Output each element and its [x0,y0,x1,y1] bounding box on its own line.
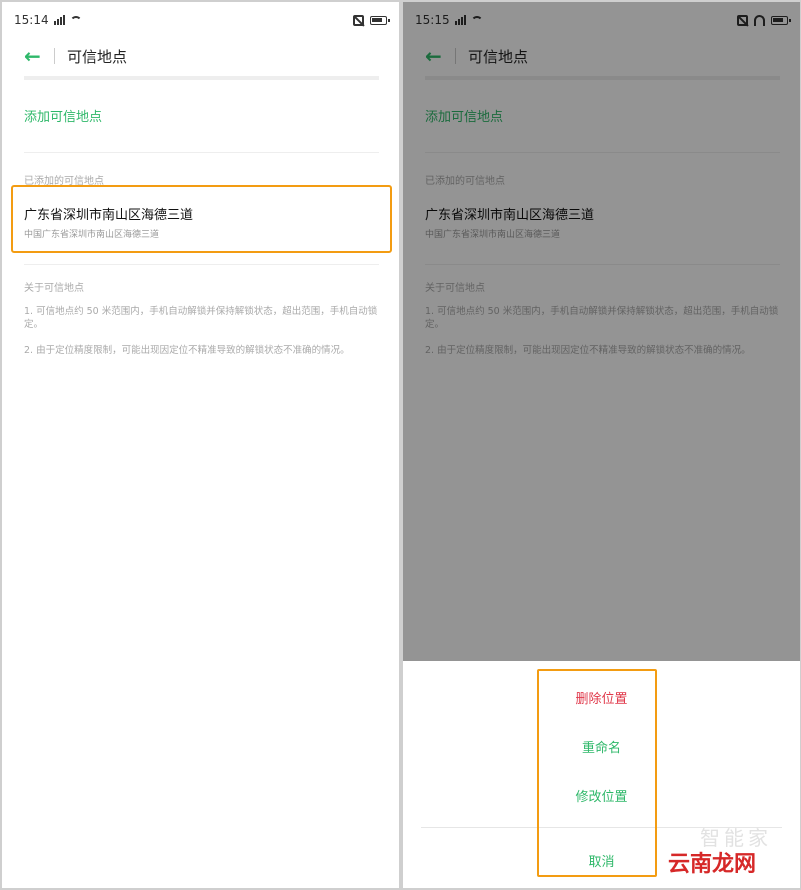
silent-icon [353,14,364,26]
add-trusted-place-button[interactable]: 添加可信地点 [24,106,102,125]
divider [24,152,379,153]
watermark-logo: 云南龙网 [668,852,757,877]
about-point-2: 2. 由于定位精度限制，可能出现因定位不精准导致的解锁状态不准确的情况。 [24,345,350,356]
header-bar: ← 可信地点 [24,42,377,70]
status-bar: 15:14 [14,10,390,30]
header-divider [54,48,55,64]
about-point-1: 1. 可信地点约 50 米范围内，手机自动解锁并保持解锁状态，超出范围，手机自动… [24,306,378,330]
back-arrow-icon[interactable]: ← [24,44,44,68]
about-title: 关于可信地点 [24,283,84,294]
left-screen: 15:14 ← 可信地点 添加可信地点 已添加的可信地点 广东省深圳市南山区海德… [2,2,399,888]
dim-overlay[interactable] [403,2,800,661]
status-time: 15:14 [14,13,49,27]
place-highlight-box [11,185,392,253]
action-sheet-highlight-box [537,669,657,877]
header-divider-bar [24,76,379,80]
battery-icon [370,15,390,25]
page-title: 可信地点 [67,47,128,66]
signal-icon [53,15,65,25]
wifi-icon [69,15,82,25]
divider [24,264,379,265]
